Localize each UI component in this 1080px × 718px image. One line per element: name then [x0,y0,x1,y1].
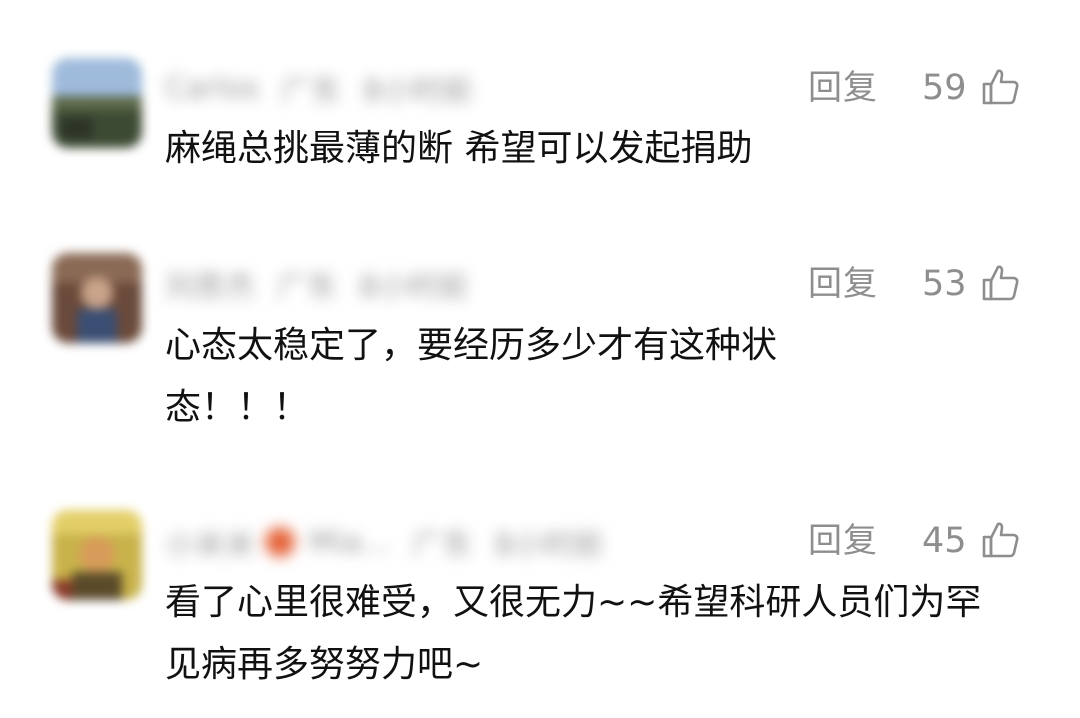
reply-button[interactable]: 回复 [808,66,878,110]
comment-meta: 刘思杰 广东 8小时前 [165,262,490,306]
region: 广东 [277,270,337,305]
username[interactable]: 小米米 [165,520,255,564]
like-count: 45 [922,521,967,561]
reply-button[interactable]: 回复 [808,519,878,563]
thumbs-up-icon[interactable] [981,520,1021,560]
comment-meta: 小米米 Mia... 广东 8小时前 [165,520,625,564]
timestamp: 8小时前 [359,270,469,305]
avatar[interactable] [52,58,142,148]
username-tail[interactable]: Mia... [309,525,390,560]
region: 广东 [412,528,473,563]
avatar[interactable] [52,510,142,600]
emoji-icon [265,527,295,557]
reply-button[interactable]: 回复 [808,262,878,306]
comment-text: 看了心里很难受，又很无力~~希望科研人员们为罕见病再多努努力吧~ [165,582,982,685]
thumbs-up-icon[interactable] [981,67,1021,107]
like-count: 53 [922,264,967,304]
like-count: 59 [922,68,967,108]
region: 广东 [280,74,341,109]
comment-meta: Carlos 广东 8小时前 [165,68,494,110]
username[interactable]: Carlos [165,71,259,106]
timestamp: 8小时前 [362,74,473,109]
thumbs-up-icon[interactable] [981,263,1021,303]
comment-text: 心态太稳定了，要经历多少才有这种状态！！！ [165,325,778,428]
comment-text: 麻绳总挑最薄的断 希望可以发起捐助 [165,128,753,169]
timestamp: 8小时前 [494,528,604,563]
avatar[interactable] [52,253,142,343]
username[interactable]: 刘思杰 [165,262,255,306]
